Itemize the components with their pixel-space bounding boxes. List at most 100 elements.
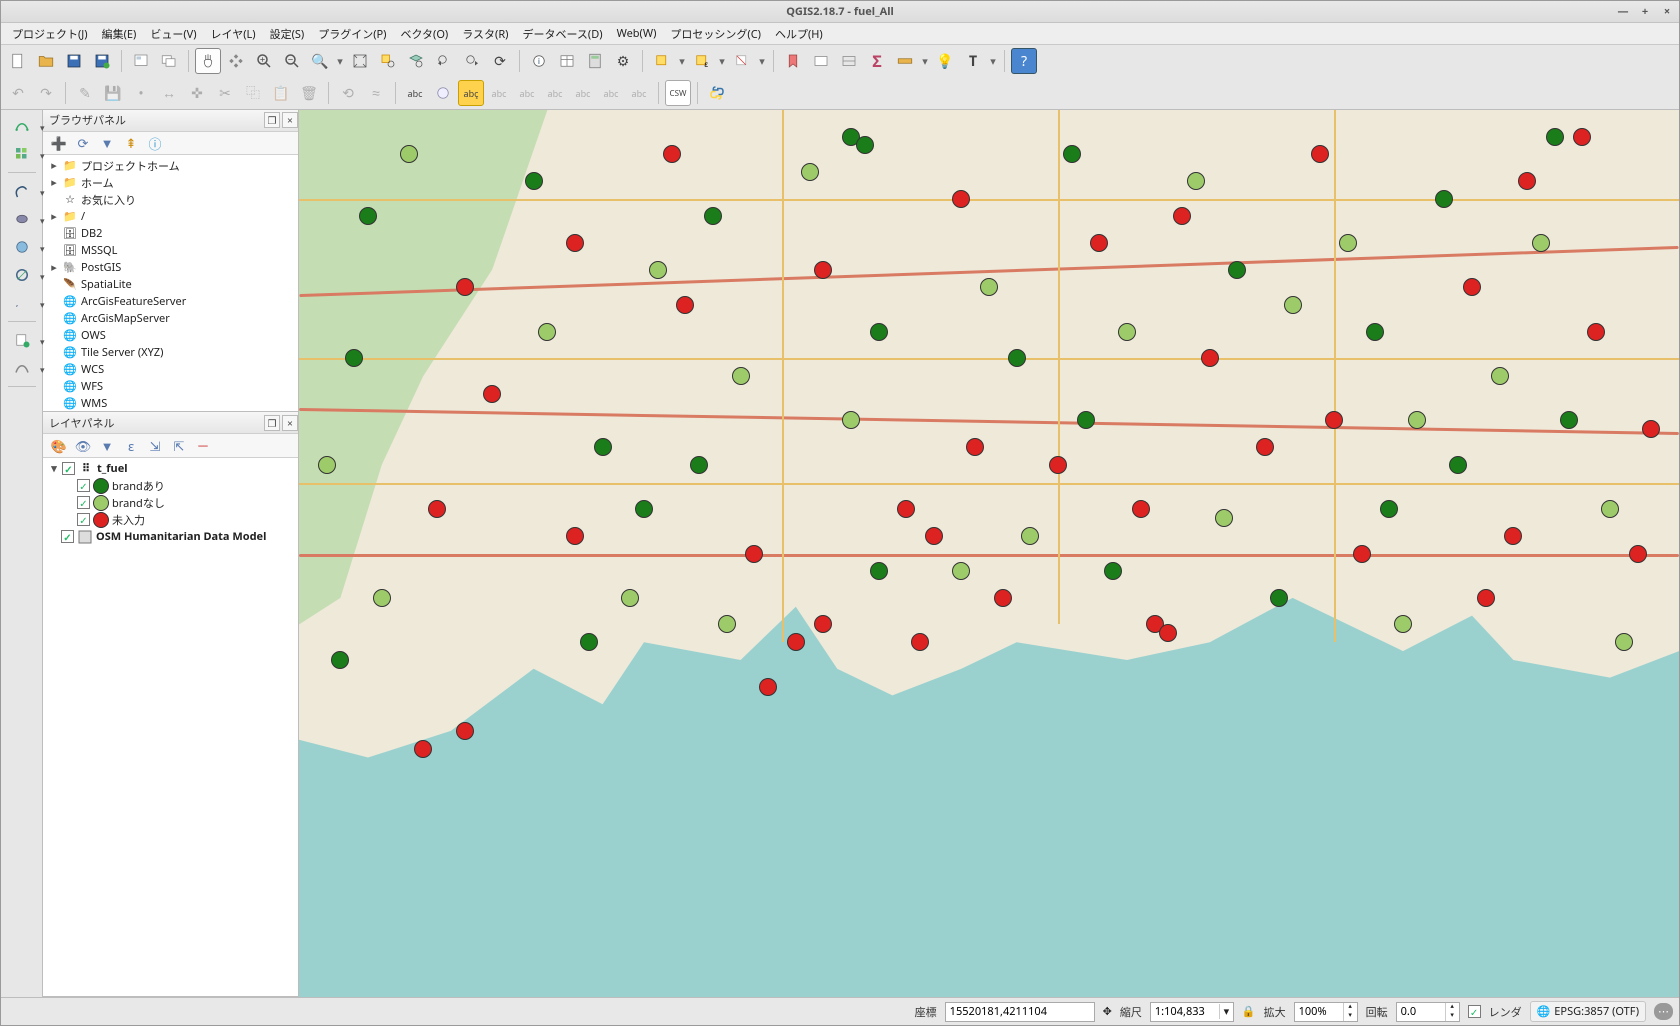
label-unpin-icon[interactable]: abc [514, 80, 540, 106]
map-point[interactable] [732, 367, 750, 385]
map-point[interactable] [1380, 500, 1398, 518]
layer-checkbox[interactable]: ✓ [62, 462, 75, 475]
map-point[interactable] [1353, 545, 1371, 563]
map-point[interactable] [1173, 207, 1191, 225]
measure-icon[interactable] [892, 48, 918, 74]
map-point[interactable] [428, 500, 446, 518]
map-point[interactable] [1118, 323, 1136, 341]
map-point[interactable] [483, 385, 501, 403]
layer-checkbox[interactable]: ✓ [61, 530, 74, 543]
map-point[interactable] [331, 651, 349, 669]
filter-legend-icon[interactable]: ▼ [99, 438, 115, 454]
layer-tfuel[interactable]: ▾ ✓ ⠿ t_fuel [43, 460, 298, 477]
minimize-button[interactable]: — [1615, 4, 1631, 20]
browser-item[interactable]: 🗄DB2 [43, 225, 298, 242]
collapse-icon[interactable]: ⇞ [123, 135, 139, 151]
save-as-icon[interactable] [89, 48, 115, 74]
menu-help[interactable]: ヘルプ(H) [768, 24, 830, 44]
map-point[interactable] [1270, 589, 1288, 607]
pan-icon[interactable] [195, 48, 221, 74]
map-point[interactable] [1132, 500, 1150, 518]
menu-raster[interactable]: ラスタ(R) [455, 24, 515, 44]
zoom-full-icon[interactable] [347, 48, 373, 74]
bookmark-icon[interactable] [780, 48, 806, 74]
map-point[interactable] [1504, 527, 1522, 545]
refresh-browser-icon[interactable]: ⟳ [75, 135, 91, 151]
diagram-icon[interactable] [836, 48, 862, 74]
add-layer-icon[interactable]: ➕ [51, 135, 67, 151]
collapse-all-icon[interactable]: ⇱ [171, 438, 187, 454]
map-point[interactable] [580, 633, 598, 651]
map-point[interactable] [1394, 615, 1412, 633]
undo-icon[interactable]: ↶ [5, 80, 31, 106]
map-point[interactable] [870, 562, 888, 580]
panel-undock-icon[interactable]: ❐ [264, 415, 280, 431]
zoom-in-icon[interactable] [251, 48, 277, 74]
browser-item[interactable]: 🗄MSSQL [43, 242, 298, 259]
new-gpkg-icon[interactable]: ▾ [8, 356, 36, 380]
scale-combo[interactable]: ▾ [1150, 1002, 1234, 1022]
move-feat-icon[interactable]: ↔ [156, 80, 182, 106]
filter-browser-icon[interactable]: ▼ [99, 135, 115, 151]
remove-layer-icon[interactable]: － [195, 438, 211, 454]
new-shapefile-icon[interactable]: ▾ [8, 328, 36, 352]
map-point[interactable] [1090, 234, 1108, 252]
map-point[interactable] [759, 678, 777, 696]
copy-icon[interactable]: ⿻ [240, 80, 266, 106]
map-point[interactable] [870, 323, 888, 341]
browser-item[interactable]: ▸📁ホーム [43, 174, 298, 191]
map-point[interactable] [663, 145, 681, 163]
legend-item[interactable]: ✓brandあり [43, 477, 298, 494]
browser-tree[interactable]: ▸📁プロジェクトホーム▸📁ホーム☆お気に入り▸📁/🗄DB2🗄MSSQL▸🐘Pos… [43, 155, 298, 411]
map-point[interactable] [1546, 128, 1564, 146]
map-point[interactable] [373, 589, 391, 607]
legend-item[interactable]: ✓brandなし [43, 494, 298, 511]
add-wms-icon[interactable]: ▾ [8, 235, 36, 259]
map-point[interactable] [1159, 624, 1177, 642]
panel-close-icon[interactable]: × [282, 415, 298, 431]
map-point[interactable] [952, 190, 970, 208]
panel-close-icon[interactable]: × [282, 112, 298, 128]
map-point[interactable] [1063, 145, 1081, 163]
map-point[interactable] [566, 234, 584, 252]
browser-panel-header[interactable]: ブラウザパネル ❐ × [43, 110, 298, 132]
rotation-spin[interactable]: ▴▾ [1396, 1002, 1460, 1022]
help-icon[interactable]: ? [1011, 48, 1037, 74]
close-button[interactable]: × [1659, 4, 1675, 20]
coord-input[interactable] [945, 1002, 1095, 1022]
map-point[interactable] [718, 615, 736, 633]
label-hide-icon[interactable]: abc [626, 80, 652, 106]
map-point[interactable] [1077, 411, 1095, 429]
map-point[interactable] [1629, 545, 1647, 563]
refresh-icon[interactable]: ⟳ [487, 48, 513, 74]
browser-item[interactable]: 🌐WMS [43, 395, 298, 411]
menu-edit[interactable]: 編集(E) [95, 24, 144, 44]
map-point[interactable] [525, 172, 543, 190]
map-point[interactable] [1615, 633, 1633, 651]
save-edits-icon[interactable]: 💾 [100, 80, 126, 106]
menu-vector[interactable]: ベクタ(O) [393, 24, 455, 44]
properties-icon[interactable]: ⓘ [147, 135, 163, 151]
map-point[interactable] [952, 562, 970, 580]
map-point[interactable] [1449, 456, 1467, 474]
map-point[interactable] [1215, 509, 1233, 527]
layer-tree[interactable]: ▾ ✓ ⠿ t_fuel ✓brandあり✓brandなし✓未入力 ✓ OSM … [43, 458, 298, 996]
edit-toggle-icon[interactable]: ✎ [72, 80, 98, 106]
label-move-icon[interactable]: abc [542, 80, 568, 106]
vertex-icon[interactable]: ✜ [184, 80, 210, 106]
style-preset-icon[interactable]: 🎨 [51, 438, 67, 454]
map-point[interactable] [538, 323, 556, 341]
map-point[interactable] [1228, 261, 1246, 279]
identify-icon[interactable]: i [526, 48, 552, 74]
cut-icon[interactable]: ✂ [212, 80, 238, 106]
map-point[interactable] [704, 207, 722, 225]
map-point[interactable] [1560, 411, 1578, 429]
menu-project[interactable]: プロジェクト(J) [5, 24, 95, 44]
browser-item[interactable]: 🌐WFS [43, 378, 298, 395]
zoom-last-icon[interactable] [431, 48, 457, 74]
map-point[interactable] [1518, 172, 1536, 190]
map-point[interactable] [925, 527, 943, 545]
select-expr-icon[interactable]: ε [689, 48, 715, 74]
map-point[interactable] [1021, 527, 1039, 545]
table-icon[interactable] [554, 48, 580, 74]
